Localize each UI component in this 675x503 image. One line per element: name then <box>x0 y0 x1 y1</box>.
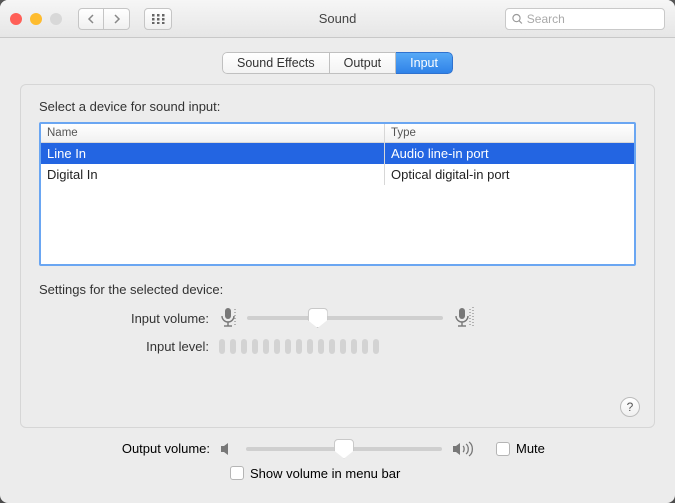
search-input[interactable] <box>527 12 658 26</box>
settings-label: Settings for the selected device: <box>39 282 636 297</box>
sound-preferences-window: Sound Sound Effects Output Input Select … <box>0 0 675 503</box>
level-tick <box>263 339 269 354</box>
show-volume-row: Show volume in menu bar <box>230 466 635 484</box>
output-volume-slider[interactable] <box>246 440 442 458</box>
mic-low-icon <box>219 307 237 329</box>
speaker-high-icon <box>452 441 476 457</box>
level-tick <box>274 339 280 354</box>
select-device-label: Select a device for sound input: <box>39 99 636 114</box>
close-window-button[interactable] <box>10 13 22 25</box>
device-name-cell: Line In <box>41 143 385 164</box>
tab-input[interactable]: Input <box>396 52 453 74</box>
mute-checkbox[interactable]: Mute <box>496 441 545 456</box>
footer: Output volume: Mute <box>20 428 655 498</box>
speaker-low-icon <box>220 442 236 456</box>
output-volume-row: Output volume: Mute <box>40 440 635 458</box>
output-volume-control: Mute <box>220 440 545 458</box>
table-row[interactable]: Line In Audio line-in port <box>41 143 634 164</box>
input-volume-row: Input volume: <box>39 307 636 329</box>
content-area: Sound Effects Output Input Select a devi… <box>0 38 675 503</box>
col-name-header[interactable]: Name <box>41 124 385 142</box>
table-body: Line In Audio line-in port Digital In Op… <box>41 143 634 264</box>
minimize-window-button[interactable] <box>30 13 42 25</box>
col-type-header[interactable]: Type <box>385 124 634 142</box>
level-tick <box>285 339 291 354</box>
level-tick <box>340 339 346 354</box>
mute-label: Mute <box>516 441 545 456</box>
input-panel: Select a device for sound input: Name Ty… <box>20 84 655 428</box>
output-volume-label: Output volume: <box>40 441 220 456</box>
device-name-cell: Digital In <box>41 164 385 185</box>
input-device-table[interactable]: Name Type Line In Audio line-in port Dig… <box>39 122 636 266</box>
level-tick <box>241 339 247 354</box>
level-tick <box>329 339 335 354</box>
window-controls <box>10 13 62 25</box>
input-level-meter <box>219 339 379 354</box>
input-volume-control <box>219 307 475 329</box>
device-type-cell: Audio line-in port <box>385 143 634 164</box>
checkbox-icon <box>230 466 244 480</box>
level-tick <box>362 339 368 354</box>
mic-high-icon <box>453 307 475 329</box>
search-field-wrap[interactable] <box>505 8 665 30</box>
level-tick <box>219 339 225 354</box>
show-volume-label: Show volume in menu bar <box>250 466 400 481</box>
chevron-right-icon <box>113 14 121 24</box>
level-tick <box>296 339 302 354</box>
input-level-label: Input level: <box>39 339 219 354</box>
back-button[interactable] <box>78 8 104 30</box>
tab-sound-effects[interactable]: Sound Effects <box>222 52 330 74</box>
level-tick <box>252 339 258 354</box>
zoom-window-button[interactable] <box>50 13 62 25</box>
checkbox-icon <box>496 442 510 456</box>
input-level-row: Input level: <box>39 339 636 354</box>
table-row[interactable]: Digital In Optical digital-in port <box>41 164 634 185</box>
input-volume-label: Input volume: <box>39 311 219 326</box>
input-volume-slider[interactable] <box>247 309 443 327</box>
tab-bar: Sound Effects Output Input <box>222 52 453 74</box>
grid-icon <box>152 14 165 24</box>
level-tick <box>351 339 357 354</box>
search-icon <box>512 13 523 25</box>
level-tick <box>373 339 379 354</box>
forward-button[interactable] <box>104 8 130 30</box>
chevron-left-icon <box>87 14 95 24</box>
tab-output[interactable]: Output <box>330 52 397 74</box>
titlebar: Sound <box>0 0 675 38</box>
level-tick <box>307 339 313 354</box>
table-header: Name Type <box>41 124 634 143</box>
level-tick <box>318 339 324 354</box>
help-button[interactable]: ? <box>620 397 640 417</box>
device-type-cell: Optical digital-in port <box>385 164 634 185</box>
show-volume-menubar-checkbox[interactable]: Show volume in menu bar <box>230 466 400 481</box>
level-tick <box>230 339 236 354</box>
show-all-button[interactable] <box>144 8 172 30</box>
nav-buttons <box>78 8 130 30</box>
